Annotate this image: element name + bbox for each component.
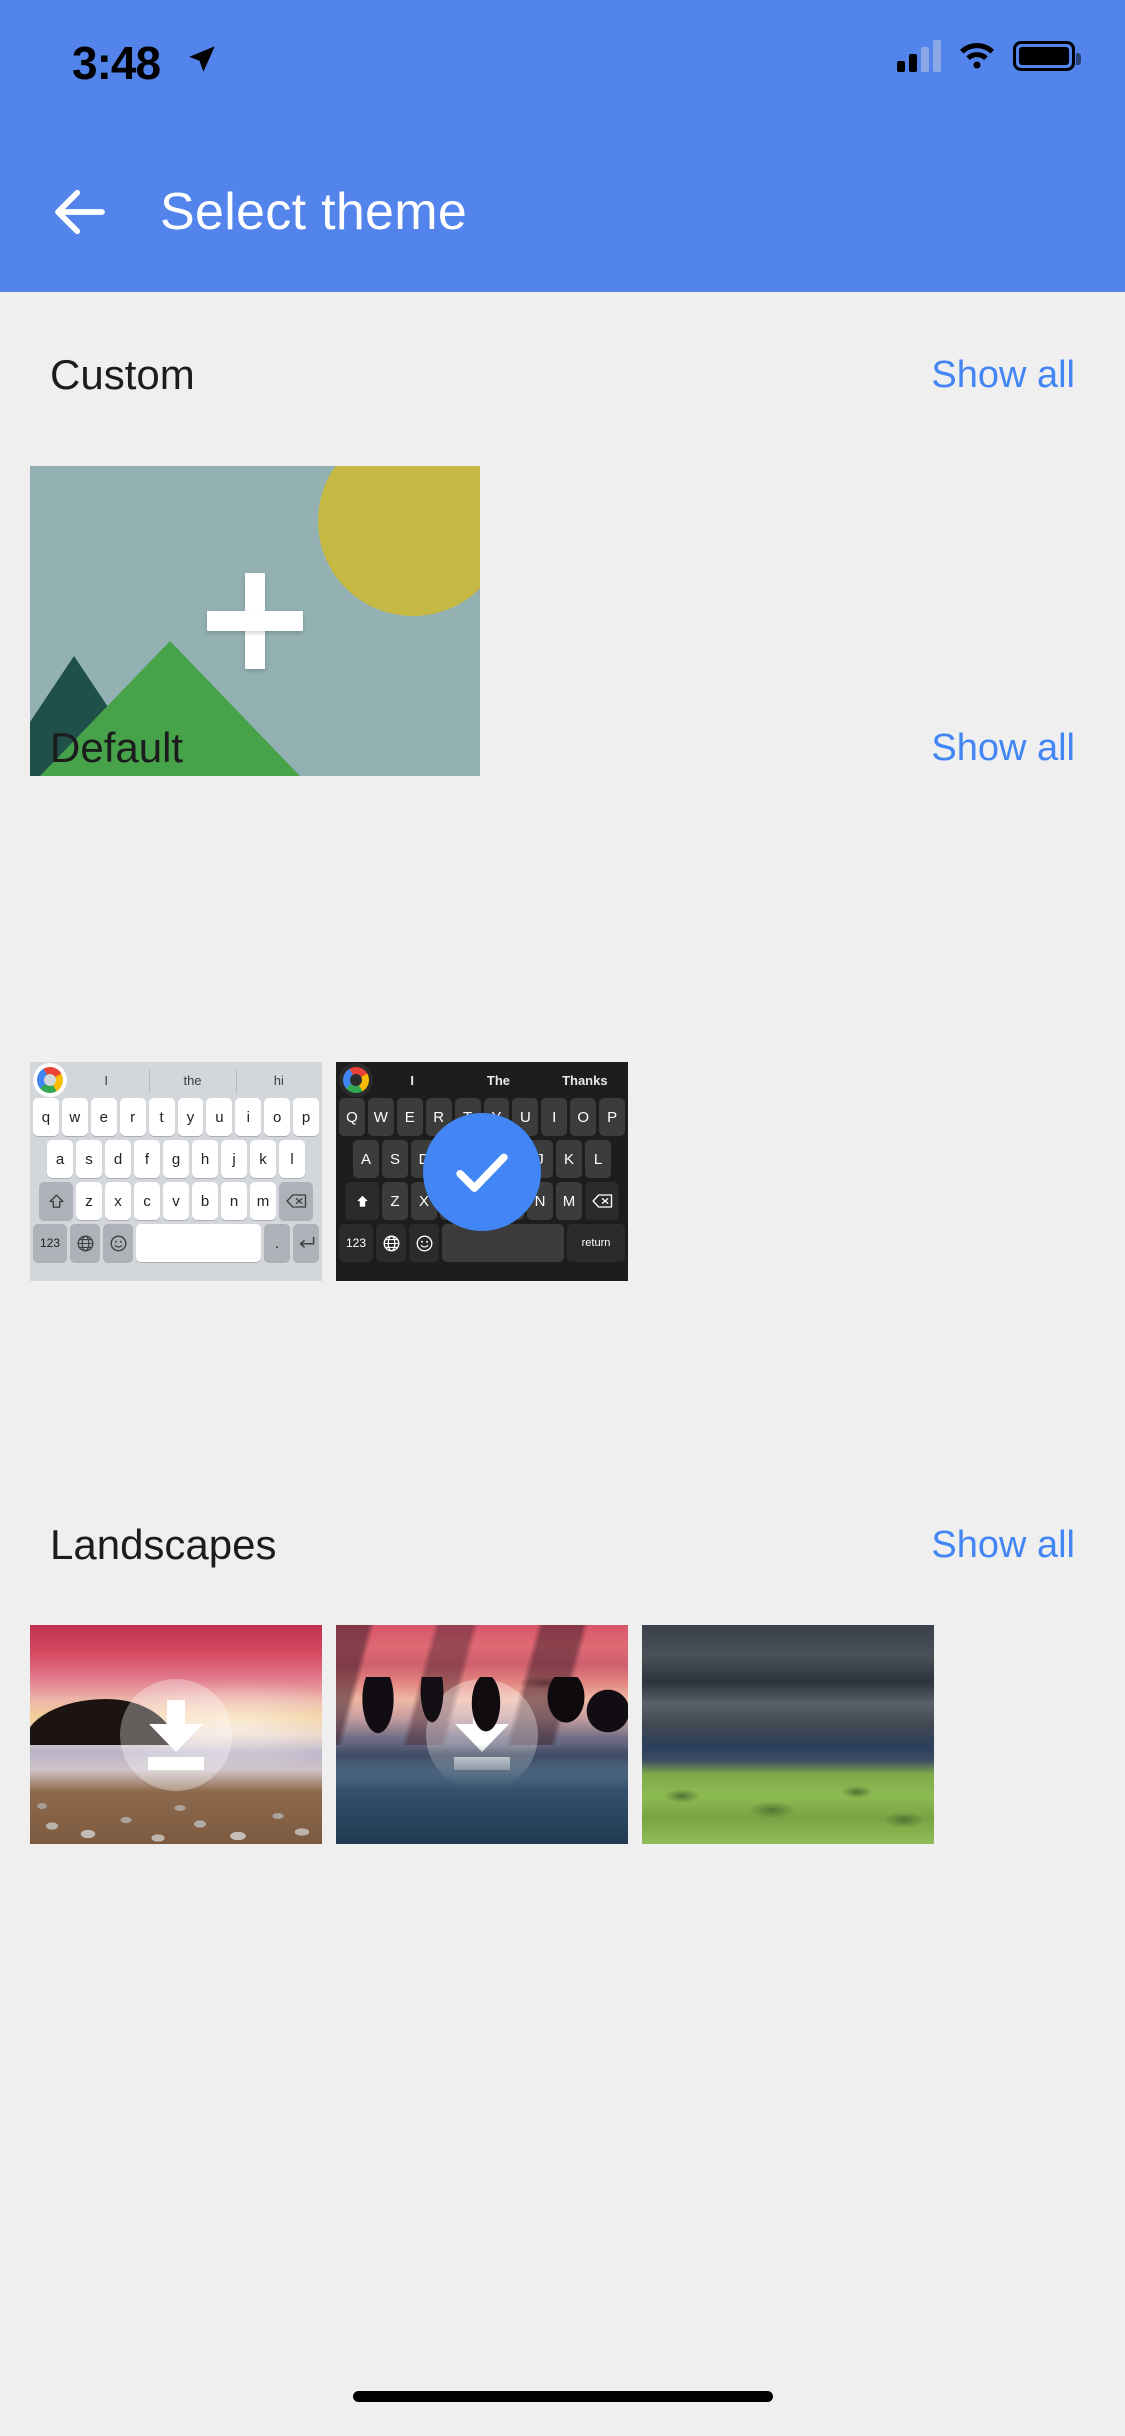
sun-shape xyxy=(318,466,480,616)
backspace-key[interactable] xyxy=(279,1182,313,1220)
location-arrow-icon xyxy=(185,42,219,76)
key[interactable]: z xyxy=(76,1182,102,1220)
key[interactable]: x xyxy=(105,1182,131,1220)
enter-arrow-icon xyxy=(297,1235,316,1251)
backspace-icon xyxy=(286,1193,307,1209)
landscape-beach-sunset-theme[interactable] xyxy=(30,1625,322,1844)
space-key[interactable] xyxy=(442,1224,564,1262)
show-all-default[interactable]: Show all xyxy=(931,727,1075,770)
section-title-default: Default xyxy=(50,724,183,772)
section-header-landscapes: Landscapes Show all xyxy=(0,1510,1125,1580)
enter-key[interactable] xyxy=(293,1224,319,1262)
app-bar: Select theme xyxy=(0,132,1125,292)
globe-icon xyxy=(382,1234,401,1253)
key[interactable]: n xyxy=(221,1182,247,1220)
section-title-custom: Custom xyxy=(50,351,195,399)
download-arrow-shape xyxy=(149,1700,203,1752)
download-arrow-shape xyxy=(455,1700,509,1752)
shift-key[interactable] xyxy=(39,1182,73,1220)
backspace-key[interactable] xyxy=(585,1182,619,1220)
landscape-winter-stream-theme[interactable] xyxy=(336,1625,628,1844)
download-base-bar xyxy=(454,1757,510,1770)
space-key[interactable] xyxy=(136,1224,261,1262)
shift-key[interactable] xyxy=(345,1182,379,1220)
globe-key[interactable] xyxy=(376,1224,406,1262)
numbers-key[interactable]: 123 xyxy=(33,1224,67,1262)
key[interactable]: v xyxy=(163,1182,189,1220)
wifi-icon xyxy=(957,41,997,71)
download-icon[interactable] xyxy=(120,1679,232,1791)
section-header-custom: Custom Show all xyxy=(0,340,1125,410)
key[interactable]: Z xyxy=(382,1182,408,1220)
back-button[interactable] xyxy=(20,152,140,272)
emoji-icon xyxy=(109,1234,128,1253)
download-icon[interactable] xyxy=(426,1679,538,1791)
key[interactable]: m xyxy=(250,1182,276,1220)
keyboard-row-4: 123 xyxy=(33,1224,319,1262)
cellular-signal-icon xyxy=(897,40,941,72)
numbers-key[interactable]: 123 xyxy=(339,1224,373,1262)
landscape-green-hills-theme[interactable] xyxy=(642,1625,934,1844)
emoji-key[interactable] xyxy=(409,1224,439,1262)
home-indicator xyxy=(353,2391,773,2402)
shift-arrow-icon xyxy=(354,1193,371,1210)
globe-icon xyxy=(76,1234,95,1253)
period-key[interactable]: . xyxy=(264,1224,290,1262)
status-bar-indicators xyxy=(897,40,1075,72)
keyboard-row-3: z x c v b n m xyxy=(33,1182,319,1220)
return-key[interactable]: return xyxy=(567,1224,625,1262)
key[interactable]: b xyxy=(192,1182,218,1220)
page-title: Select theme xyxy=(160,182,467,242)
back-arrow-icon xyxy=(47,179,113,245)
download-base-bar xyxy=(148,1757,204,1770)
section-title-landscapes: Landscapes xyxy=(50,1521,277,1569)
plus-icon xyxy=(207,573,303,669)
landscapes-theme-row xyxy=(0,1625,1125,1844)
section-header-default: Default Show all xyxy=(0,713,1125,783)
show-all-landscapes[interactable]: Show all xyxy=(931,1524,1075,1567)
emoji-icon xyxy=(415,1234,434,1253)
globe-key[interactable] xyxy=(70,1224,100,1262)
shift-arrow-icon xyxy=(48,1193,65,1210)
emoji-key[interactable] xyxy=(103,1224,133,1262)
backspace-icon xyxy=(592,1193,613,1209)
app-screen: 3:48 Select theme Custom Show all xyxy=(0,0,1125,2436)
status-bar-time: 3:48 xyxy=(72,36,160,90)
status-bar: 3:48 xyxy=(0,0,1125,132)
battery-icon xyxy=(1013,41,1075,71)
show-all-custom[interactable]: Show all xyxy=(931,354,1075,397)
key[interactable]: M xyxy=(556,1182,582,1220)
key[interactable]: c xyxy=(134,1182,160,1220)
